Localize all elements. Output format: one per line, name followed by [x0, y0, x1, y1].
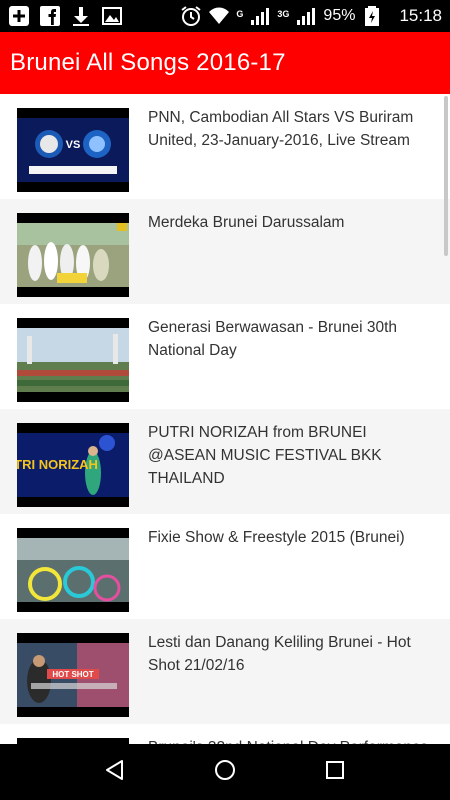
list-item[interactable]: Brunei's 32nd National Day Performance: [0, 724, 450, 744]
video-thumbnail[interactable]: HOT SHOT: [17, 633, 129, 717]
home-button[interactable]: [205, 752, 245, 792]
clock: 15:18: [399, 6, 442, 25]
recents-icon: [323, 758, 347, 787]
list-item[interactable]: Merdeka Brunei Darussalam: [0, 199, 450, 304]
list-item[interactable]: HOT SHOT Lesti dan Danang Keliling Brune…: [0, 619, 450, 724]
video-title: PNN, Cambodian All Stars VS Buriram Unit…: [148, 109, 414, 149]
signal-icon: [295, 5, 317, 27]
video-thumbnail[interactable]: [17, 213, 129, 297]
video-thumbnail[interactable]: VS: [17, 108, 129, 192]
list-item[interactable]: PUTRI NORIZAH PUTRI NORIZAH from BRUNEI …: [0, 409, 450, 514]
list-scrollbar[interactable]: [444, 96, 448, 256]
video-title: Fixie Show & Freestyle 2015 (Brunei): [148, 529, 405, 546]
battery-icon: [361, 5, 383, 27]
home-icon: [213, 758, 237, 787]
add-icon: [8, 5, 30, 27]
network-type-1: G: [236, 9, 244, 19]
image-icon: [101, 5, 123, 27]
status-bar: G 3G 95% 15:18: [0, 0, 450, 32]
thumbnail-text: HOT SHOT: [52, 670, 93, 679]
back-icon: [103, 758, 127, 787]
video-list[interactable]: VS PNN, Cambodian All Stars VS Buriram U…: [0, 94, 450, 744]
alarm-icon: [180, 5, 202, 27]
network-type-2: 3G: [277, 9, 290, 19]
video-thumbnail[interactable]: [17, 528, 129, 612]
list-item[interactable]: Generasi Berwawasan - Brunei 30th Nation…: [0, 304, 450, 409]
facebook-icon: [39, 5, 61, 27]
video-title: PUTRI NORIZAH from BRUNEI @ASEAN MUSIC F…: [148, 424, 382, 487]
app-title: Brunei All Songs 2016-17: [10, 49, 286, 76]
battery-percent: 95%: [323, 7, 356, 24]
video-title: Brunei's 32nd National Day Performance: [148, 736, 433, 744]
svg-text:VS: VS: [66, 139, 81, 151]
list-item[interactable]: VS PNN, Cambodian All Stars VS Buriram U…: [0, 94, 450, 199]
app-bar: Brunei All Songs 2016-17: [0, 32, 450, 94]
back-button[interactable]: [95, 752, 135, 792]
navigation-bar: [0, 744, 450, 800]
video-title: Merdeka Brunei Darussalam: [148, 214, 345, 231]
video-thumbnail[interactable]: PUTRI NORIZAH: [17, 423, 129, 507]
thumbnail-text: PUTRI NORIZAH: [17, 457, 98, 472]
list-item[interactable]: Fixie Show & Freestyle 2015 (Brunei): [0, 514, 450, 619]
recents-button[interactable]: [315, 752, 355, 792]
signal-icon: [249, 5, 271, 27]
video-title: Generasi Berwawasan - Brunei 30th Nation…: [148, 319, 397, 359]
wifi-icon: [208, 5, 230, 27]
video-thumbnail[interactable]: [17, 318, 129, 402]
download-icon: [70, 5, 92, 27]
video-title: Lesti dan Danang Keliling Brunei - Hot S…: [148, 634, 411, 674]
